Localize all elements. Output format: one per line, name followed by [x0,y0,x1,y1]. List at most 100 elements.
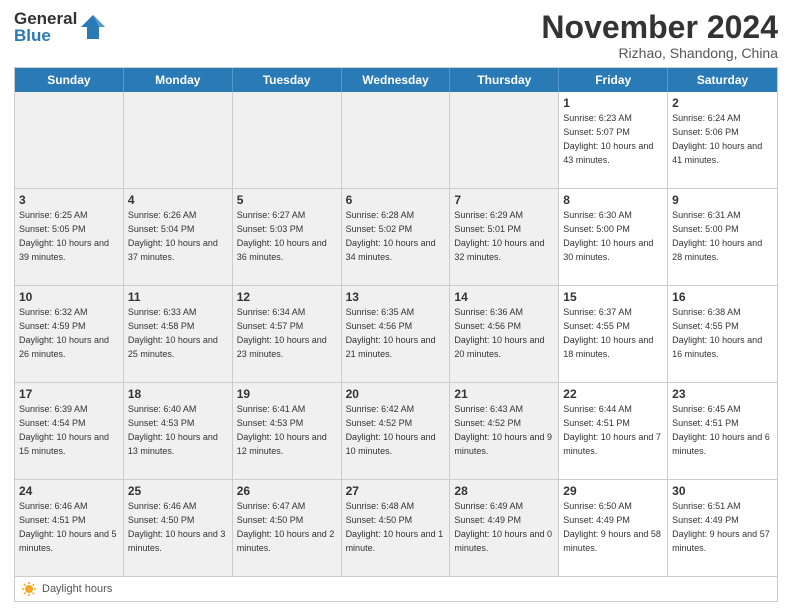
cal-cell-30: 30 Sunrise: 6:51 AM Sunset: 4:49 PM Dayli… [668,480,777,576]
cal-cell-28: 28 Sunrise: 6:49 AM Sunset: 4:49 PM Dayli… [450,480,559,576]
cal-cell-25: 25 Sunrise: 6:46 AM Sunset: 4:50 PM Dayli… [124,480,233,576]
title-area: November 2024 Rizhao, Shandong, China [541,10,778,61]
day-number: 9 [672,192,773,208]
day-number: 8 [563,192,663,208]
cal-row-2: 10 Sunrise: 6:32 AM Sunset: 4:59 PM Dayli… [15,285,777,382]
cal-cell-10: 10 Sunrise: 6:32 AM Sunset: 4:59 PM Dayli… [15,286,124,382]
day-number: 19 [237,386,337,402]
day-info: Sunrise: 6:48 AM Sunset: 4:50 PM Dayligh… [346,501,444,552]
day-info: Sunrise: 6:25 AM Sunset: 5:05 PM Dayligh… [19,210,109,261]
day-info: Sunrise: 6:44 AM Sunset: 4:51 PM Dayligh… [563,404,661,455]
calendar-header: SundayMondayTuesdayWednesdayThursdayFrid… [15,68,777,92]
day-info: Sunrise: 6:35 AM Sunset: 4:56 PM Dayligh… [346,307,436,358]
day-info: Sunrise: 6:24 AM Sunset: 5:06 PM Dayligh… [672,113,762,164]
legend: Daylight hours [15,576,777,601]
cal-row-0: 1Sunrise: 6:23 AM Sunset: 5:07 PM Daylig… [15,92,777,188]
day-info: Sunrise: 6:40 AM Sunset: 4:53 PM Dayligh… [128,404,218,455]
cal-cell-9: 9 Sunrise: 6:31 AM Sunset: 5:00 PM Daylig… [668,189,777,285]
cal-cell-15: 15Sunrise: 6:37 AM Sunset: 4:55 PM Dayli… [559,286,668,382]
day-number: 1 [563,95,663,111]
day-info: Sunrise: 6:46 AM Sunset: 4:51 PM Dayligh… [19,501,117,552]
day-info: Sunrise: 6:46 AM Sunset: 4:50 PM Dayligh… [128,501,226,552]
cal-cell-27: 27 Sunrise: 6:48 AM Sunset: 4:50 PM Dayli… [342,480,451,576]
day-info: Sunrise: 6:26 AM Sunset: 5:04 PM Dayligh… [128,210,218,261]
calendar: SundayMondayTuesdayWednesdayThursdayFrid… [14,67,778,602]
cal-cell-empty-0-2 [233,92,342,188]
day-info: Sunrise: 6:47 AM Sunset: 4:50 PM Dayligh… [237,501,335,552]
day-number: 27 [346,483,446,499]
cal-cell-26: 26 Sunrise: 6:47 AM Sunset: 4:50 PM Dayli… [233,480,342,576]
cal-header-saturday: Saturday [668,68,777,92]
day-number: 5 [237,192,337,208]
cal-header-sunday: Sunday [15,68,124,92]
cal-cell-7: 7 Sunrise: 6:29 AM Sunset: 5:01 PM Daylig… [450,189,559,285]
sun-icon [21,581,37,597]
day-number: 15 [563,289,663,305]
cal-header-friday: Friday [559,68,668,92]
day-info: Sunrise: 6:31 AM Sunset: 5:00 PM Dayligh… [672,210,762,261]
day-number: 10 [19,289,119,305]
day-info: Sunrise: 6:51 AM Sunset: 4:49 PM Dayligh… [672,501,770,552]
logo-area: General Blue [14,10,107,44]
day-info: Sunrise: 6:30 AM Sunset: 5:00 PM Dayligh… [563,210,653,261]
legend-label: Daylight hours [42,583,112,595]
day-info: Sunrise: 6:49 AM Sunset: 4:49 PM Dayligh… [454,501,552,552]
day-info: Sunrise: 6:34 AM Sunset: 4:57 PM Dayligh… [237,307,327,358]
cal-cell-22: 22 Sunrise: 6:44 AM Sunset: 4:51 PM Dayli… [559,383,668,479]
day-number: 30 [672,483,773,499]
cal-header-monday: Monday [124,68,233,92]
day-number: 12 [237,289,337,305]
cal-cell-23: 23 Sunrise: 6:45 AM Sunset: 4:51 PM Dayli… [668,383,777,479]
cal-header-tuesday: Tuesday [233,68,342,92]
logo-blue: Blue [14,27,77,44]
cal-cell-17: 17 Sunrise: 6:39 AM Sunset: 4:54 PM Dayli… [15,383,124,479]
cal-cell-19: 19Sunrise: 6:41 AM Sunset: 4:53 PM Dayli… [233,383,342,479]
day-number: 4 [128,192,228,208]
cal-cell-12: 12 Sunrise: 6:34 AM Sunset: 4:57 PM Dayli… [233,286,342,382]
month-title: November 2024 [541,10,778,45]
cal-row-3: 17 Sunrise: 6:39 AM Sunset: 4:54 PM Dayli… [15,382,777,479]
cal-row-4: 24 Sunrise: 6:46 AM Sunset: 4:51 PM Dayli… [15,479,777,576]
cal-cell-29: 29Sunrise: 6:50 AM Sunset: 4:49 PM Dayli… [559,480,668,576]
cal-cell-24: 24 Sunrise: 6:46 AM Sunset: 4:51 PM Dayli… [15,480,124,576]
day-info: Sunrise: 6:38 AM Sunset: 4:55 PM Dayligh… [672,307,762,358]
day-number: 28 [454,483,554,499]
subtitle: Rizhao, Shandong, China [541,45,778,61]
day-info: Sunrise: 6:33 AM Sunset: 4:58 PM Dayligh… [128,307,218,358]
cal-cell-8: 8 Sunrise: 6:30 AM Sunset: 5:00 PM Daylig… [559,189,668,285]
day-number: 17 [19,386,119,402]
cal-cell-6: 6Sunrise: 6:28 AM Sunset: 5:02 PM Daylig… [342,189,451,285]
day-number: 24 [19,483,119,499]
cal-cell-13: 13Sunrise: 6:35 AM Sunset: 4:56 PM Dayli… [342,286,451,382]
day-number: 6 [346,192,446,208]
cal-cell-empty-0-0 [15,92,124,188]
day-info: Sunrise: 6:32 AM Sunset: 4:59 PM Dayligh… [19,307,109,358]
cal-row-1: 3 Sunrise: 6:25 AM Sunset: 5:05 PM Daylig… [15,188,777,285]
cal-cell-16: 16 Sunrise: 6:38 AM Sunset: 4:55 PM Dayli… [668,286,777,382]
cal-header-thursday: Thursday [450,68,559,92]
cal-cell-3: 3 Sunrise: 6:25 AM Sunset: 5:05 PM Daylig… [15,189,124,285]
day-number: 3 [19,192,119,208]
logo-icon [79,13,107,41]
day-number: 25 [128,483,228,499]
day-info: Sunrise: 6:29 AM Sunset: 5:01 PM Dayligh… [454,210,544,261]
day-info: Sunrise: 6:39 AM Sunset: 4:54 PM Dayligh… [19,404,109,455]
day-info: Sunrise: 6:45 AM Sunset: 4:51 PM Dayligh… [672,404,770,455]
day-number: 23 [672,386,773,402]
logo-text: General Blue [14,10,77,44]
day-number: 7 [454,192,554,208]
day-number: 21 [454,386,554,402]
cal-header-wednesday: Wednesday [342,68,451,92]
day-number: 14 [454,289,554,305]
day-number: 18 [128,386,228,402]
cal-cell-4: 4 Sunrise: 6:26 AM Sunset: 5:04 PM Daylig… [124,189,233,285]
day-number: 16 [672,289,773,305]
day-info: Sunrise: 6:27 AM Sunset: 5:03 PM Dayligh… [237,210,327,261]
day-info: Sunrise: 6:43 AM Sunset: 4:52 PM Dayligh… [454,404,552,455]
day-number: 26 [237,483,337,499]
cal-cell-2: 2Sunrise: 6:24 AM Sunset: 5:06 PM Daylig… [668,92,777,188]
day-number: 22 [563,386,663,402]
day-number: 20 [346,386,446,402]
cal-cell-20: 20Sunrise: 6:42 AM Sunset: 4:52 PM Dayli… [342,383,451,479]
cal-cell-18: 18 Sunrise: 6:40 AM Sunset: 4:53 PM Dayli… [124,383,233,479]
